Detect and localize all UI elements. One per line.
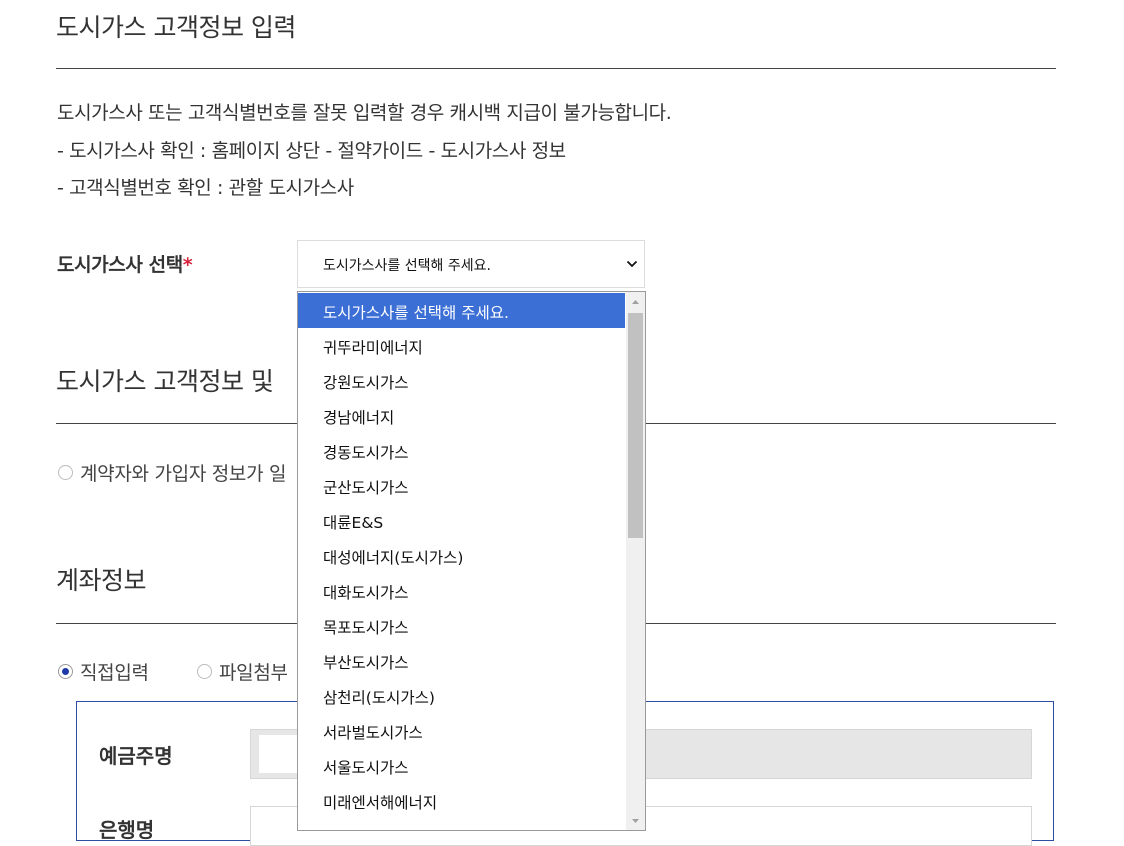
dropdown-option[interactable]: 대화도시가스 <box>298 573 625 608</box>
dropdown-option[interactable]: 부산도시가스 <box>298 643 625 678</box>
dropdown-option[interactable]: 서라벌도시가스 <box>298 713 625 748</box>
dropdown-option-label: 경동도시가스 <box>323 444 409 462</box>
bank-label: 은행명 <box>99 818 155 842</box>
dropdown-option-label: 도시가스사를 선택해 주세요. <box>323 304 509 322</box>
gas-company-dropdown-list[interactable]: 도시가스사를 선택해 주세요. 귀뚜라미에너지강원도시가스경남에너지경동도시가스군… <box>297 291 646 831</box>
section-title-customer-and: 도시가스 고객정보 및 <box>56 367 274 396</box>
dropdown-option-label: 대륜E&S <box>323 514 384 532</box>
dropdown-option-label: 삼천리(도시가스) <box>323 689 435 707</box>
dropdown-option-label: 목포도시가스 <box>323 619 409 637</box>
file-attach-label: 파일첨부 <box>219 662 288 684</box>
dropdown-option-label: 귀뚜라미에너지 <box>323 339 423 357</box>
dropdown-option-label: 대화도시가스 <box>323 584 409 602</box>
notice-line-1: 도시가스사 또는 고객식별번호를 잘못 입력할 경우 캐시백 지급이 불가능합니… <box>57 102 672 124</box>
dropdown-option[interactable]: 삼천리(도시가스) <box>298 678 625 713</box>
dropdown-option[interactable]: 군산도시가스 <box>298 468 625 503</box>
file-attach-radio[interactable] <box>197 664 212 679</box>
notice-line-2: - 도시가스사 확인 : 홈페이지 상단 - 절약가이드 - 도시가스사 정보 <box>57 140 566 162</box>
direct-input-label: 직접입력 <box>80 662 149 684</box>
gas-company-label: 도시가스사 선택* <box>57 250 193 277</box>
dropdown-option[interactable]: 서울도시가스 <box>298 748 625 783</box>
gas-company-select-value: 도시가스사를 선택해 주세요. <box>323 258 491 274</box>
gas-company-select[interactable]: 도시가스사를 선택해 주세요. <box>297 240 645 288</box>
section-title-customer-info: 도시가스 고객정보 입력 <box>56 13 296 42</box>
scroll-down-arrow-icon[interactable] <box>626 812 645 830</box>
scroll-thumb[interactable] <box>628 313 643 538</box>
depositor-input-inner <box>259 735 299 773</box>
dropdown-option-label: 서울도시가스 <box>323 759 409 777</box>
dropdown-option[interactable]: 경남에너지 <box>298 398 625 433</box>
dropdown-option-label: 대성에너지(도시가스) <box>323 549 464 567</box>
notice-line-3: - 고객식별번호 확인 : 관할 도시가스사 <box>57 177 354 199</box>
divider <box>56 68 1056 69</box>
dropdown-scrollbar[interactable] <box>626 292 645 830</box>
dropdown-option[interactable]: 귀뚜라미에너지 <box>298 328 625 363</box>
dropdown-option[interactable]: 대륜E&S <box>298 503 625 538</box>
direct-input-radio[interactable] <box>58 664 73 679</box>
section-title-account: 계좌정보 <box>56 566 147 595</box>
dropdown-option-label: 부산도시가스 <box>323 654 409 672</box>
dropdown-option[interactable]: 도시가스사를 선택해 주세요. <box>298 293 625 328</box>
dropdown-option[interactable]: 대성에너지(도시가스) <box>298 538 625 573</box>
depositor-label: 예금주명 <box>99 744 173 768</box>
scroll-up-arrow-icon[interactable] <box>626 292 645 312</box>
dropdown-option-label: 군산도시가스 <box>323 479 409 497</box>
required-mark: * <box>182 254 193 276</box>
contract-match-radio[interactable] <box>58 465 73 480</box>
dropdown-option-label: 서라벌도시가스 <box>323 724 423 742</box>
dropdown-option-label: 미래엔서해에너지 <box>323 794 438 812</box>
dropdown-option-label: 강원도시가스 <box>323 374 409 392</box>
dropdown-option[interactable]: 강원도시가스 <box>298 363 625 398</box>
dropdown-option[interactable]: 경동도시가스 <box>298 433 625 468</box>
dropdown-option[interactable]: 미래엔서해에너지 <box>298 783 625 818</box>
contract-match-label: 계약자와 가입자 정보가 일 <box>80 463 287 485</box>
chevron-down-icon <box>626 260 638 268</box>
dropdown-option-label: 경남에너지 <box>323 409 395 427</box>
dropdown-option[interactable]: 목포도시가스 <box>298 608 625 643</box>
gas-company-label-text: 도시가스사 선택 <box>57 254 183 276</box>
